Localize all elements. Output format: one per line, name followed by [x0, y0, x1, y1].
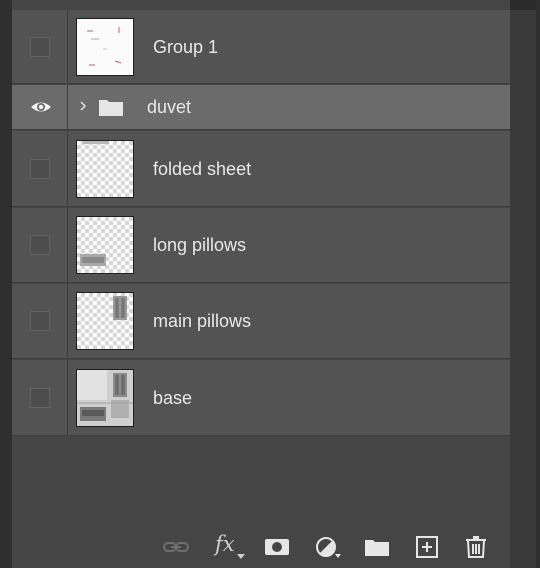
layer-row-long-pillows[interactable]: long pillows [12, 208, 510, 283]
layer-row-duvet[interactable]: duvet [12, 85, 510, 130]
fx-icon[interactable]: fx [215, 532, 245, 559]
new-layer-icon[interactable] [415, 536, 439, 558]
layer-thumbnail [76, 18, 134, 76]
layer-thumbnail [76, 216, 134, 274]
visibility-toggle[interactable] [12, 284, 68, 358]
base-thumbnail-art [77, 370, 133, 426]
layer-name[interactable]: main pillows [153, 311, 251, 332]
eye-icon [31, 102, 51, 112]
layer-row-group-1[interactable]: Group 1 [12, 10, 510, 84]
visibility-toggle[interactable] [12, 360, 68, 435]
layer-thumbnail [76, 140, 134, 198]
layer-thumbnail [76, 369, 134, 427]
panel-left-edge [0, 0, 12, 568]
layer-thumbnail [76, 292, 134, 350]
main-pillows-thumbnail-art [113, 296, 127, 320]
layer-name[interactable]: long pillows [153, 235, 246, 256]
visibility-toggle[interactable] [12, 10, 68, 83]
trash-icon[interactable] [464, 536, 488, 558]
visibility-toggle[interactable] [12, 85, 68, 129]
visibility-toggle[interactable] [12, 208, 68, 282]
visibility-empty-box [30, 388, 50, 408]
visibility-toggle[interactable] [12, 131, 68, 206]
adjustment-icon[interactable] [315, 536, 343, 558]
layer-row-folded-sheet[interactable]: folded sheet [12, 131, 510, 207]
link-icon[interactable] [162, 536, 190, 558]
group1-thumbnail-art [87, 27, 122, 66]
layer-name[interactable]: base [153, 388, 192, 409]
visibility-empty-box [30, 235, 50, 255]
scrollbar-top [510, 0, 536, 10]
fx-label: fx [215, 532, 235, 556]
panel-scrollbar[interactable] [510, 0, 536, 568]
visibility-empty-box [30, 159, 50, 179]
layer-row-base[interactable]: base [12, 360, 510, 436]
visibility-empty-box [30, 37, 50, 57]
layer-name[interactable]: duvet [147, 97, 191, 118]
dropdown-arrow-icon [237, 554, 245, 559]
folded-sheet-thumbnail-art [83, 141, 109, 144]
layer-row-main-pillows[interactable]: main pillows [12, 284, 510, 359]
layers-footer-toolbar: fx [12, 528, 510, 568]
new-group-icon[interactable] [364, 536, 390, 558]
chevron-right-icon[interactable] [78, 97, 88, 115]
layer-name[interactable]: folded sheet [153, 159, 251, 180]
long-pillows-thumbnail-art [80, 254, 106, 266]
visibility-empty-box [30, 311, 50, 331]
mask-icon[interactable] [264, 536, 290, 558]
layer-name[interactable]: Group 1 [153, 37, 218, 58]
folder-icon [99, 100, 123, 116]
